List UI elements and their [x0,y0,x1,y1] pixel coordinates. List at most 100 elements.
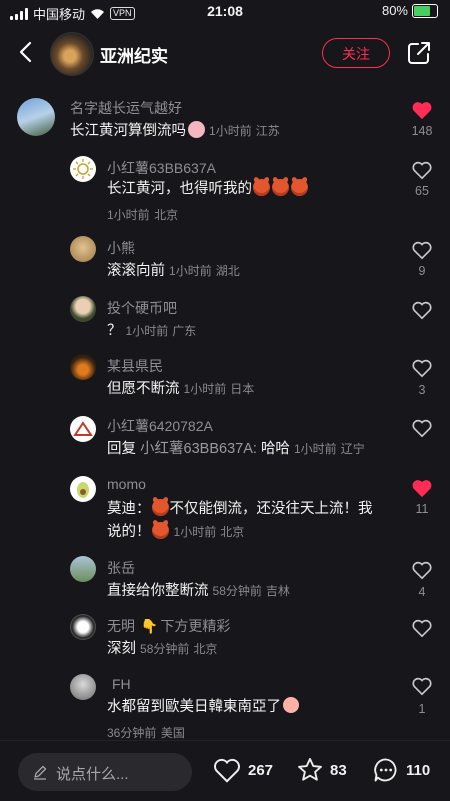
author-name[interactable]: 亚洲纪实 [100,42,168,67]
reply-target[interactable]: 小红薯63BB637A: [140,441,257,457]
back-icon[interactable] [16,40,36,64]
user-avatar[interactable] [70,476,96,502]
heart-outline-icon[interactable] [411,358,433,378]
follow-button[interactable]: 关注 [322,38,390,68]
comment-body: 长江黄河，也得听我的 [107,181,252,197]
comment-time: 1小时前 [125,324,169,338]
comment-location: 广东 [172,324,197,338]
status-bar: 中国移动 VPN 21:08 80% [0,0,450,24]
share-icon[interactable] [406,40,432,66]
devil-emoji-icon [151,499,169,516]
comment-meta: 36分钟前 美国 [107,724,185,740]
comment-text: 莫迪： 不仅能倒流，还没往天上流！我 说的！ 1小时前 北京 [107,498,397,544]
comment-meta: 1小时前 北京 [107,206,178,224]
heart-filled-icon[interactable] [411,478,433,498]
username-suffix: 下方更精彩 [160,618,231,634]
collect-button[interactable]: 83 [296,756,347,784]
comment-text: 深刻 58分钟前 北京 [107,638,217,661]
heart-outline-icon[interactable] [411,300,433,320]
like-count: 3 [418,383,426,397]
comment-body: 长江黄河算倒流吗 [70,123,186,139]
comment-list[interactable]: 名字越长运气越好 长江黄河算倒流吗 1小时前 江苏 148 小红薯63BB637… [0,82,450,740]
username[interactable]: 无明 👇 下方更精彩 [107,616,230,636]
peach-emoji-icon [283,697,299,713]
username[interactable]: 小红薯6420782A [107,416,213,436]
header: 亚洲纪实 关注 [0,24,450,82]
comment-location: 湖北 [215,264,240,278]
username[interactable]: momo [107,476,146,492]
heart-outline-icon[interactable] [411,618,433,638]
username[interactable]: FH [112,676,131,692]
user-avatar[interactable] [17,98,55,136]
username-text: 无明 [107,618,135,634]
comment-time: 58分钟前 [140,642,190,656]
comment-text: 回复 小红薯63BB637A: 哈哈 1小时前 辽宁 [107,438,365,461]
user-avatar[interactable] [70,674,96,700]
author-avatar[interactable] [50,32,94,76]
bottom-bar: 说点什么... 267 83 110 [0,740,450,801]
heart-outline-icon[interactable] [411,160,433,180]
comment-location: 北京 [154,208,179,222]
comment-text: 滚滚向前 1小时前 湖北 [107,260,240,283]
comment-location: 辽宁 [340,442,365,456]
comment-location: 北京 [193,642,218,656]
comment-text: 长江黄河算倒流吗 1小时前 江苏 [70,120,280,143]
comment-body: 滚滚向前 [107,263,165,279]
like-count: 1 [418,702,426,716]
user-avatar[interactable] [70,354,96,380]
username[interactable]: 张岳 [107,558,135,578]
comment-time: 1小时前 [183,382,227,396]
comment-body: 不仅能倒流，还没往天上流！我 [169,501,373,517]
comment-body: ？ [107,323,122,339]
username[interactable]: 小熊 [107,238,135,258]
like-count: 9 [418,264,426,278]
devil-emoji-icon [272,179,289,196]
comment-body: 但愿不断流 [107,381,180,397]
comment-location: 北京 [220,525,245,539]
pencil-icon [34,765,47,780]
comment-text: ？ 1小时前 广东 [107,320,196,343]
comment-time: 1小时前 [173,525,217,539]
user-avatar[interactable] [70,156,96,182]
user-avatar[interactable] [70,556,96,582]
devil-emoji-icon [253,179,270,196]
collect-total: 83 [330,761,347,779]
comment-time: 1小时前 [209,124,252,138]
username[interactable]: 某县県民 [107,356,163,376]
heart-filled-icon[interactable] [411,100,433,120]
like-total: 267 [248,761,274,779]
heart-outline-icon[interactable] [411,240,433,260]
user-avatar[interactable] [70,296,96,322]
sun-icon [73,159,93,179]
heart-outline-icon[interactable] [411,560,433,580]
heart-outline-icon[interactable] [411,418,433,438]
heart-outline-icon [214,758,240,783]
like-count: 11 [415,502,429,516]
comment-input[interactable]: 说点什么... [18,753,192,791]
username[interactable]: 名字越长运气越好 [70,98,182,118]
heart-outline-icon[interactable] [411,676,433,696]
comment-text: 水都留到歐美日韓東南亞了 [107,696,299,719]
comment-total: 110 [406,761,431,779]
comment-location: 日本 [230,382,255,396]
user-avatar[interactable] [70,614,96,640]
like-count: 148 [411,124,433,138]
comment-text: 直接给你整断流 58分钟前 吉林 [107,580,290,603]
comment-button[interactable]: 110 [372,756,430,784]
devil-emoji-icon [291,179,308,196]
user-avatar[interactable] [70,416,96,442]
star-outline-icon [298,757,322,781]
comment-time: 1小时前 [107,208,150,222]
comment-time: 1小时前 [293,442,337,456]
pointing-down-icon: 👇 [140,618,159,634]
comment-body: 哈哈 [260,441,290,457]
avocado-icon [77,482,89,498]
user-avatar[interactable] [70,236,96,262]
like-button[interactable]: 267 [212,756,273,784]
username[interactable]: 小红薯63BB637A [107,158,216,178]
comment-body: 说的！ [107,524,151,540]
username[interactable]: 投个硬币吧 [107,298,177,318]
comment-body: 深刻 [107,641,136,657]
comment-body: 水都留到歐美日韓東南亞了 [107,699,281,715]
comment-time: 1小时前 [169,264,212,278]
